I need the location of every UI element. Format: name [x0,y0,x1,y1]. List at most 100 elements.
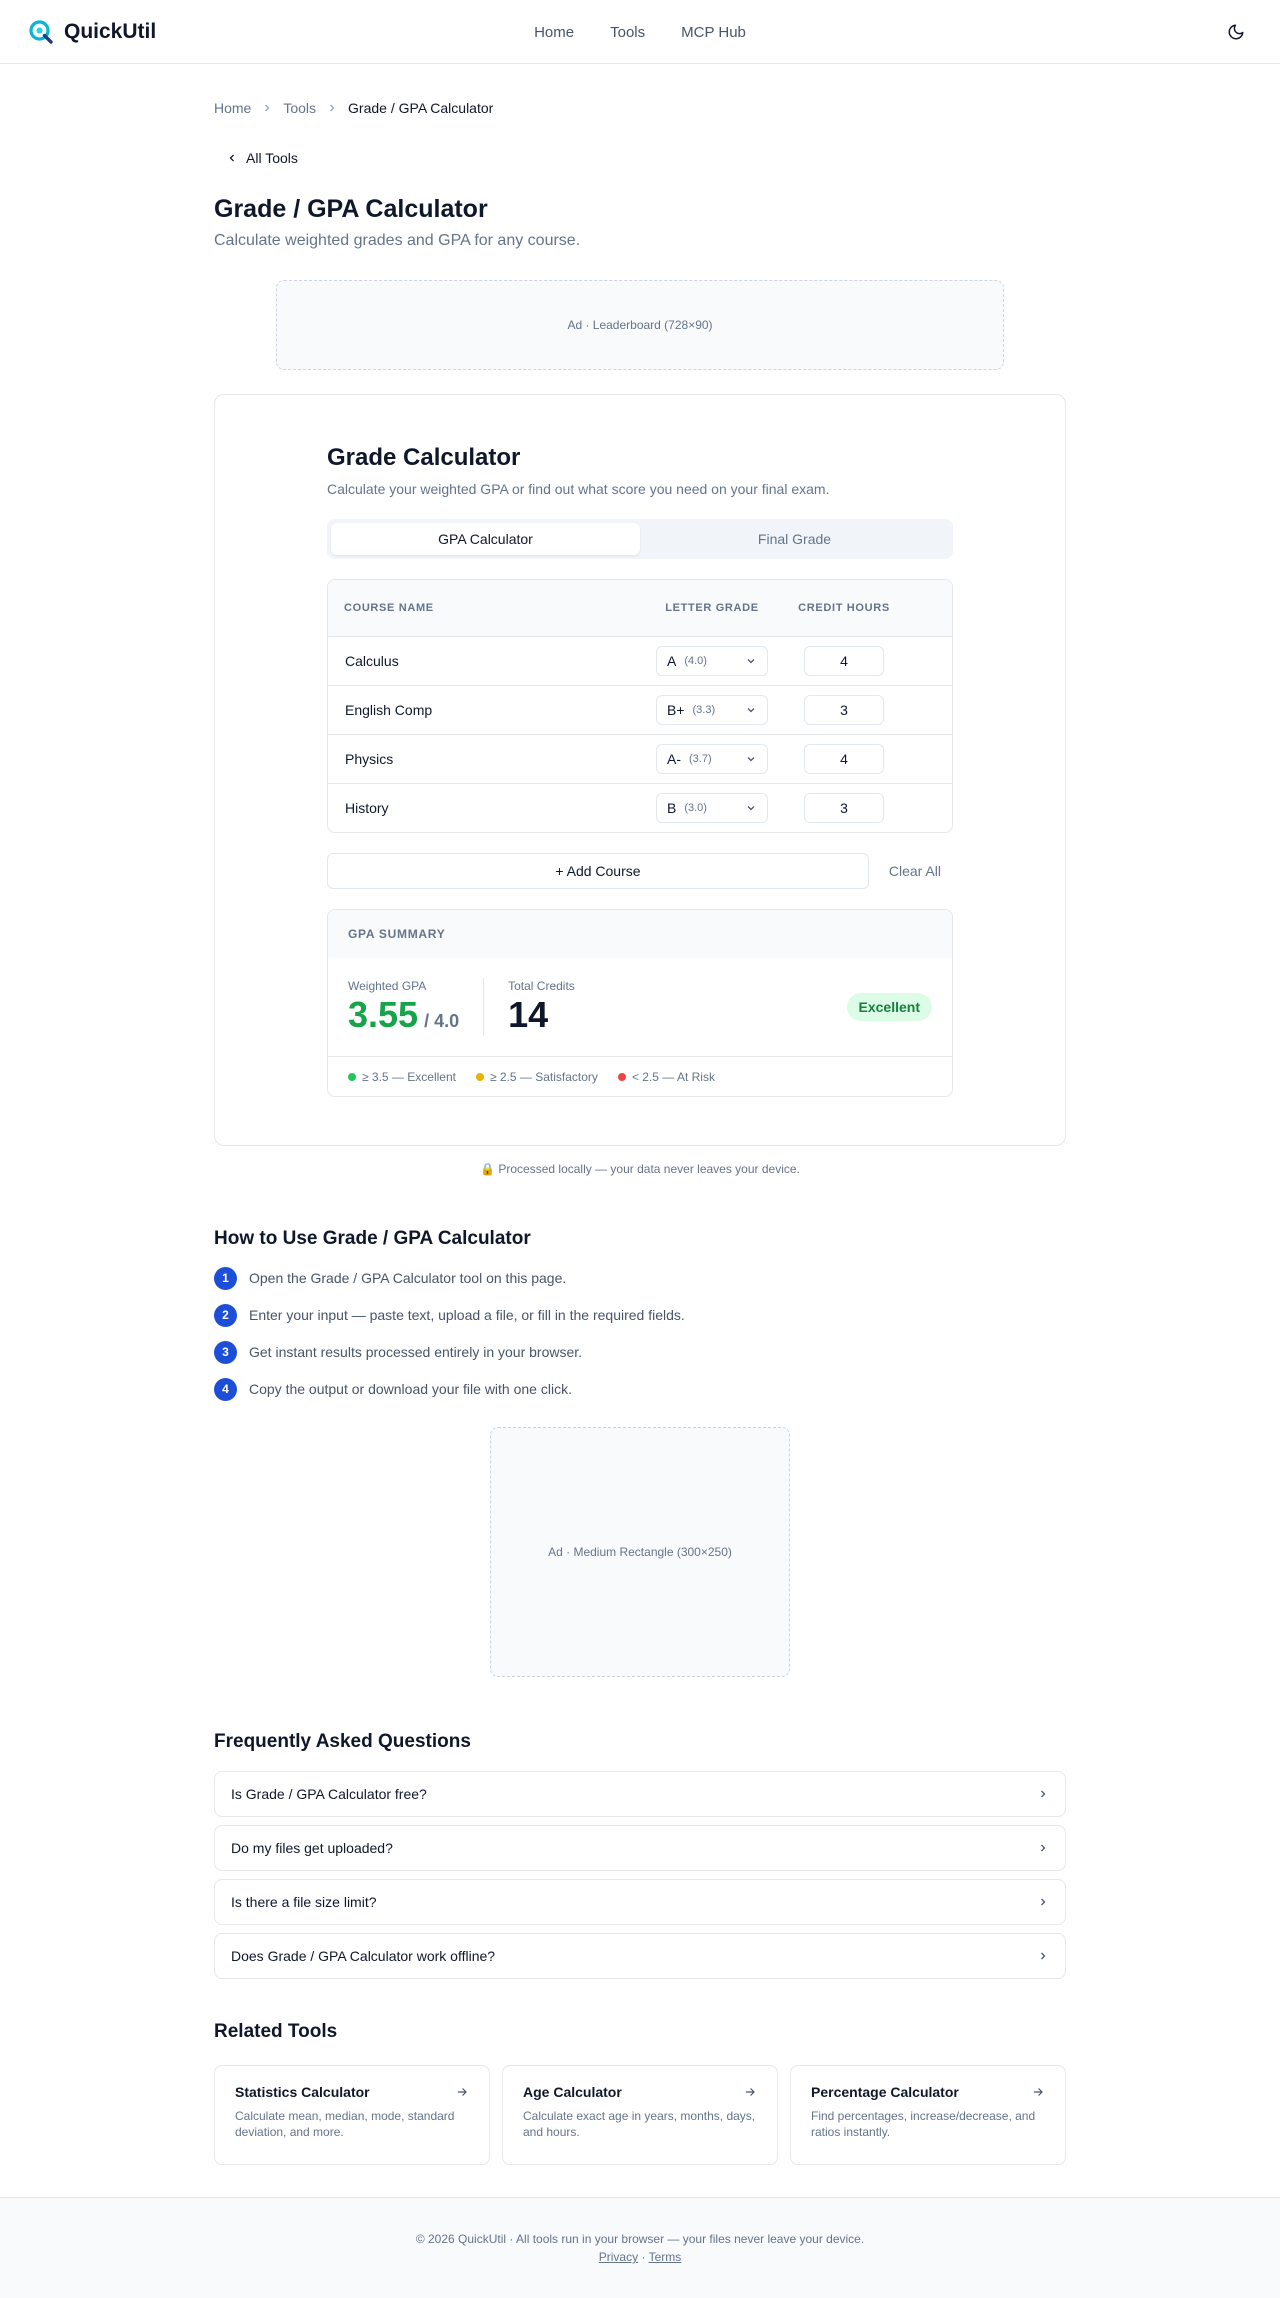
faq-item[interactable]: Does Grade / GPA Calculator work offline… [214,1933,1066,1979]
course-name[interactable]: Calculus [328,653,630,669]
grade-letter: A- [667,751,681,767]
step-text: Get instant results processed entirely i… [249,1344,583,1360]
table-row: History B (3.0) [328,783,952,832]
grade-letter: B [667,800,677,816]
breadcrumb: Home Tools Grade / GPA Calculator [214,98,1066,118]
legend-item: < 2.5 — At Risk [617,1070,715,1084]
credit-hours-input[interactable] [804,646,884,676]
table-row: Calculus A (4.0) [328,636,952,685]
related-tools-section: Related Tools Statistics Calculator Calc… [214,2019,1066,2165]
related-tool-name: Percentage Calculator [811,2084,959,2100]
list-item: 3 Get instant results processed entirely… [214,1340,1066,1364]
theme-toggle-button[interactable] [1220,16,1252,48]
clear-all-button[interactable]: Clear All [889,863,953,879]
weighted-gpa-block: Weighted GPA 3.55 / 4.0 [348,979,459,1035]
related-tool-card[interactable]: Percentage Calculator Find percentages, … [790,2065,1066,2165]
table-row: Physics A- (3.7) [328,734,952,783]
grade-points: (3.7) [689,753,712,765]
legend-label: ≥ 2.5 — Satisfactory [489,1069,598,1084]
tab-final-grade[interactable]: Final Grade [640,523,949,555]
faq-item[interactable]: Is there a file size limit? [214,1879,1066,1925]
status-badge: Excellent [846,993,932,1021]
chevron-left-icon [226,152,238,164]
letter-grade-select[interactable]: B+ (3.3) [656,695,768,725]
legend-item: ≥ 3.5 — Excellent [348,1070,456,1084]
page-subtitle: Calculate weighted grades and GPA for an… [214,232,581,249]
faq-item[interactable]: Do my files get uploaded? [214,1825,1066,1871]
add-course-button[interactable]: + Add Course [327,853,869,889]
logo-icon [28,19,54,45]
related-tool-card[interactable]: Statistics Calculator Calculate mean, me… [214,2065,490,2165]
page-title: Grade / GPA Calculator [214,195,488,223]
grade-letter: B+ [667,702,685,718]
main-content: Home Tools Grade / GPA Calculator All To… [214,98,1066,2165]
weighted-gpa-label: Weighted GPA [348,979,427,993]
footer-links: Privacy · Terms [599,2250,681,2264]
nav-home[interactable]: Home [534,24,574,41]
chevron-right-icon [1037,1788,1049,1800]
divider [483,978,485,1036]
related-tools-title: Related Tools [214,2021,338,2042]
faq-list: Is Grade / GPA Calculator free? Do my fi… [214,1771,1066,1979]
arrow-right-icon [743,2085,757,2099]
faq-item[interactable]: Is Grade / GPA Calculator free? [214,1771,1066,1817]
arrow-right-icon [455,2085,469,2099]
breadcrumb-current: Grade / GPA Calculator [348,100,494,116]
list-item: 2 Enter your input — paste text, upload … [214,1303,1066,1327]
related-tool-card[interactable]: Age Calculator Calculate exact age in ye… [502,2065,778,2165]
letter-grade-select[interactable]: A- (3.7) [656,744,768,774]
grade-points: (3.3) [692,704,716,716]
related-tool-description: Find percentages, increase/decrease, and… [811,2109,1036,2139]
gpa-legend: ≥ 3.5 — Excellent ≥ 2.5 — Satisfactory <… [328,1056,952,1096]
course-name[interactable]: English Comp [328,702,630,718]
mode-tabs: GPA Calculator Final Grade [327,519,953,559]
brand[interactable]: QuickUtil [28,19,156,45]
how-to-section: How to Use Grade / GPA Calculator 1 Open… [214,1226,1066,1401]
table-row: English Comp B+ (3.3) [328,685,952,734]
credit-hours-input[interactable] [804,744,884,774]
grade-points: (4.0) [684,655,707,667]
list-item: 4 Copy the output or download your file … [214,1377,1066,1401]
chevron-right-icon [1037,1950,1049,1962]
breadcrumb-tools[interactable]: Tools [283,100,316,116]
letter-grade-select[interactable]: B (3.0) [656,793,768,823]
credit-hours-input[interactable] [804,695,884,725]
step-number: 4 [214,1377,237,1401]
footer-text: © 2026 QuickUtil · All tools run in your… [415,2232,865,2246]
main-nav: Home Tools MCP Hub [0,0,1280,64]
related-tool-name: Statistics Calculator [235,2084,370,2100]
summary-body: Weighted GPA 3.55 / 4.0 Total Credits 14… [328,958,952,1056]
chevron-down-icon [745,655,757,667]
tab-gpa-calculator[interactable]: GPA Calculator [331,523,640,555]
brand-name: QuickUtil [64,19,157,43]
nav-mcp-hub[interactable]: MCP Hub [681,24,746,41]
credit-hours-input[interactable] [804,793,884,823]
faq-section: Frequently Asked Questions Is Grade / GP… [214,1729,1066,1979]
all-tools-link[interactable]: All Tools [214,148,298,168]
course-name[interactable]: History [328,800,630,816]
list-item: 1 Open the Grade / GPA Calculator tool o… [214,1266,1066,1290]
privacy-link[interactable]: Privacy [599,2250,638,2264]
weighted-gpa-value: 3.55 [348,994,419,1035]
how-to-title: How to Use Grade / GPA Calculator [214,1228,531,1249]
ad-leaderboard: Ad · Leaderboard (728×90) [276,280,1004,370]
breadcrumb-home[interactable]: Home [214,100,251,116]
calculator-card: Grade Calculator Calculate your weighted… [214,394,1066,1146]
how-to-steps: 1 Open the Grade / GPA Calculator tool o… [214,1266,1066,1401]
course-name[interactable]: Physics [328,751,630,767]
gpa-scale: / 4.0 [424,1011,460,1031]
terms-link[interactable]: Terms [649,2250,682,2264]
step-text: Enter your input — paste text, upload a … [249,1307,685,1323]
letter-grade-select[interactable]: A (4.0) [656,646,768,676]
step-number: 1 [214,1266,237,1290]
legend-label: ≥ 3.5 — Excellent [362,1069,456,1084]
total-credits-value: 14 [508,994,549,1035]
arrow-right-icon [1031,2085,1045,2099]
related-tool-description: Calculate mean, median, mode, standard d… [235,2109,455,2139]
nav-tools[interactable]: Tools [610,24,645,41]
faq-question: Is there a file size limit? [231,1894,377,1910]
related-tool-name: Age Calculator [523,2084,622,2100]
chevron-down-icon [745,753,757,765]
chevron-right-icon [326,102,338,114]
faq-question: Is Grade / GPA Calculator free? [231,1786,427,1802]
